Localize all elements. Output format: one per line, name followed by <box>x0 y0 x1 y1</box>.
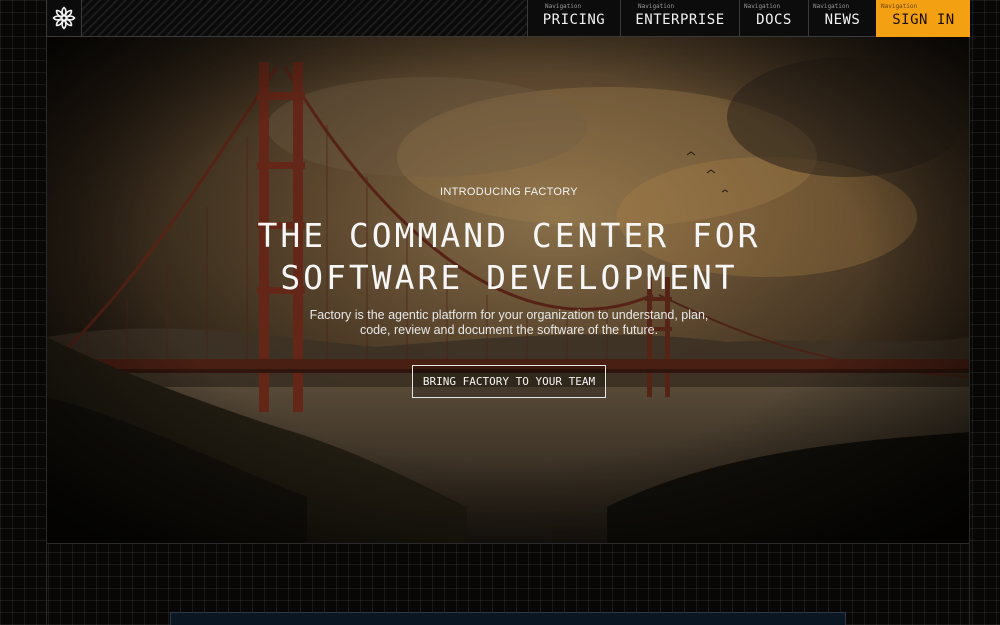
nav-label: NEWS <box>824 12 861 28</box>
nav-docs[interactable]: Navigation DOCS <box>739 0 808 37</box>
hero-description-line: Factory is the agentic platform for your… <box>309 308 709 322</box>
bring-factory-to-team-button[interactable]: BRING FACTORY TO YOUR TEAM <box>412 365 606 398</box>
product-preview-panel <box>170 612 846 625</box>
nav-label: SIGN IN <box>892 12 955 28</box>
hero-content: INTRODUCING FACTORY THE COMMAND CENTER F… <box>47 37 969 543</box>
hero-description: Factory is the agentic platform for your… <box>47 308 969 338</box>
nav-news[interactable]: Navigation NEWS <box>808 0 876 37</box>
hero-description-line: code, review and document the software o… <box>359 323 659 337</box>
hero-title-line: SOFTWARE DEVELOPMENT <box>280 258 738 297</box>
nav-label: DOCS <box>756 12 792 28</box>
nav-pricing[interactable]: Navigation PRICING <box>527 0 620 37</box>
site-header: Navigation PRICING Navigation ENTERPRISE… <box>0 0 1000 37</box>
nav-label: ENTERPRISE <box>635 12 725 28</box>
logo-link[interactable] <box>46 0 82 37</box>
hero-eyebrow: INTRODUCING FACTORY <box>440 186 578 198</box>
hero-title-line: THE COMMAND CENTER FOR <box>257 216 761 255</box>
nav-caption: Navigation <box>881 3 918 10</box>
header-hatch-decoration <box>82 0 527 37</box>
nav-label: PRICING <box>542 12 606 28</box>
nav-enterprise[interactable]: Navigation ENTERPRISE <box>620 0 739 37</box>
factory-asterisk-logo-icon <box>52 6 76 30</box>
hero-section: INTRODUCING FACTORY THE COMMAND CENTER F… <box>46 37 970 544</box>
nav-caption: Navigation <box>638 3 675 10</box>
sign-in-button[interactable]: Navigation SIGN IN <box>876 0 970 37</box>
nav-caption: Navigation <box>545 3 582 10</box>
hero-title: THE COMMAND CENTER FOR SOFTWARE DEVELOPM… <box>47 215 969 299</box>
nav-caption: Navigation <box>813 3 850 10</box>
nav-caption: Navigation <box>744 3 781 10</box>
